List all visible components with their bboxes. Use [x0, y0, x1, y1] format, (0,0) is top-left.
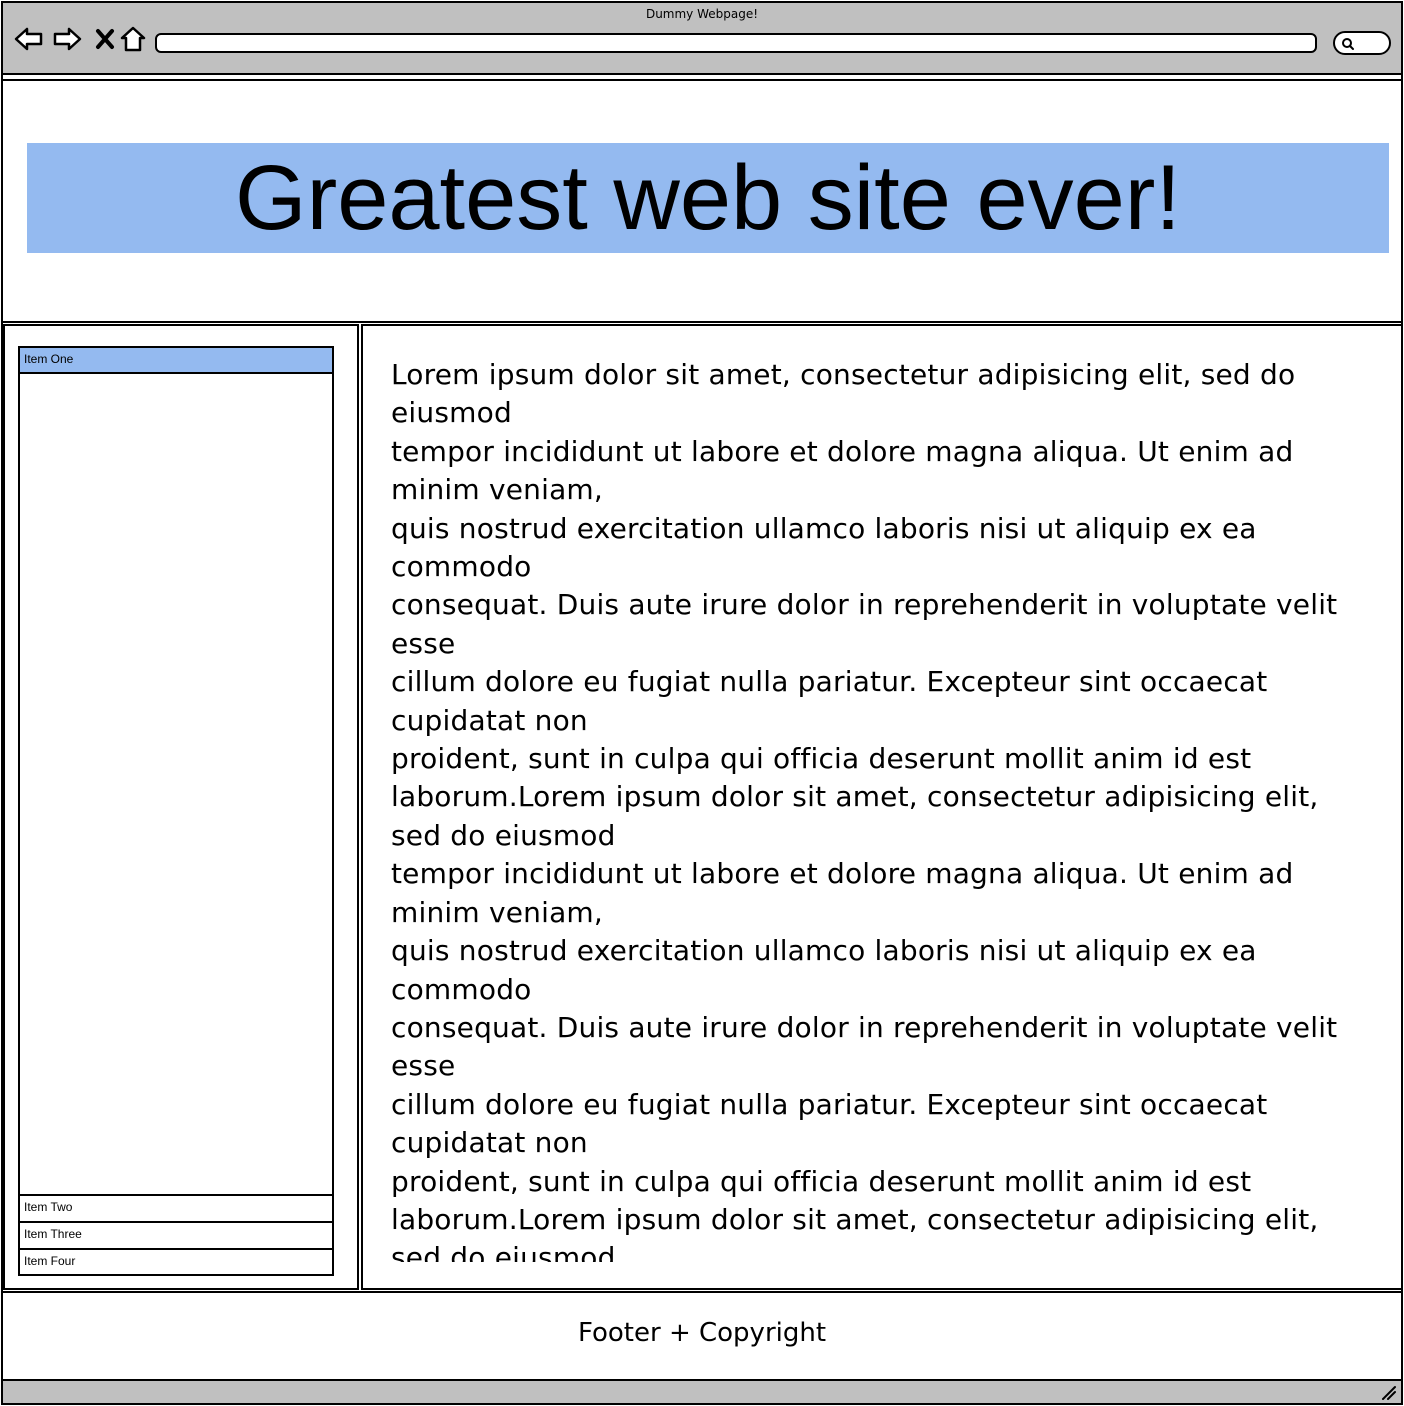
search-icon	[1342, 38, 1354, 50]
window-title: Dummy Webpage!	[645, 7, 759, 21]
body-text: Lorem ipsum dolor sit amet, consectetur …	[391, 358, 1338, 1262]
resize-grip-icon[interactable]	[1379, 1383, 1397, 1401]
sidebar-item-four[interactable]: Item Four	[20, 1248, 332, 1274]
url-input[interactable]	[155, 33, 1317, 53]
back-arrow-icon	[14, 27, 43, 51]
page-header: Greatest web site ever!	[3, 79, 1401, 323]
sidebar-item-one[interactable]: Item One	[20, 348, 332, 374]
page-footer: Footer + Copyright	[3, 1291, 1401, 1381]
close-icon	[96, 29, 114, 49]
search-field[interactable]	[1333, 31, 1391, 55]
sidebar: Item One Item Two Item Three Item Four	[3, 324, 359, 1290]
forward-button[interactable]	[51, 23, 83, 55]
sidebar-item-two[interactable]: Item Two	[20, 1194, 332, 1220]
browser-toolbar: Dummy Webpage!	[3, 3, 1401, 75]
status-bar	[3, 1381, 1401, 1403]
browser-window: Dummy Webpage! Greatest web site ever! I…	[1, 1, 1403, 1405]
page-title: Greatest web site ever!	[235, 147, 1181, 249]
footer-text: Footer + Copyright	[577, 1318, 827, 1348]
forward-arrow-icon	[53, 27, 82, 51]
main-content: Lorem ipsum dolor sit amet, consectetur …	[361, 324, 1403, 1290]
back-button[interactable]	[13, 23, 45, 55]
home-icon	[120, 26, 146, 52]
home-button[interactable]	[117, 23, 149, 55]
sidebar-item-three[interactable]: Item Three	[20, 1221, 332, 1247]
header-banner: Greatest web site ever!	[27, 143, 1389, 253]
sidebar-accordion: Item One Item Two Item Three Item Four	[18, 346, 334, 1276]
